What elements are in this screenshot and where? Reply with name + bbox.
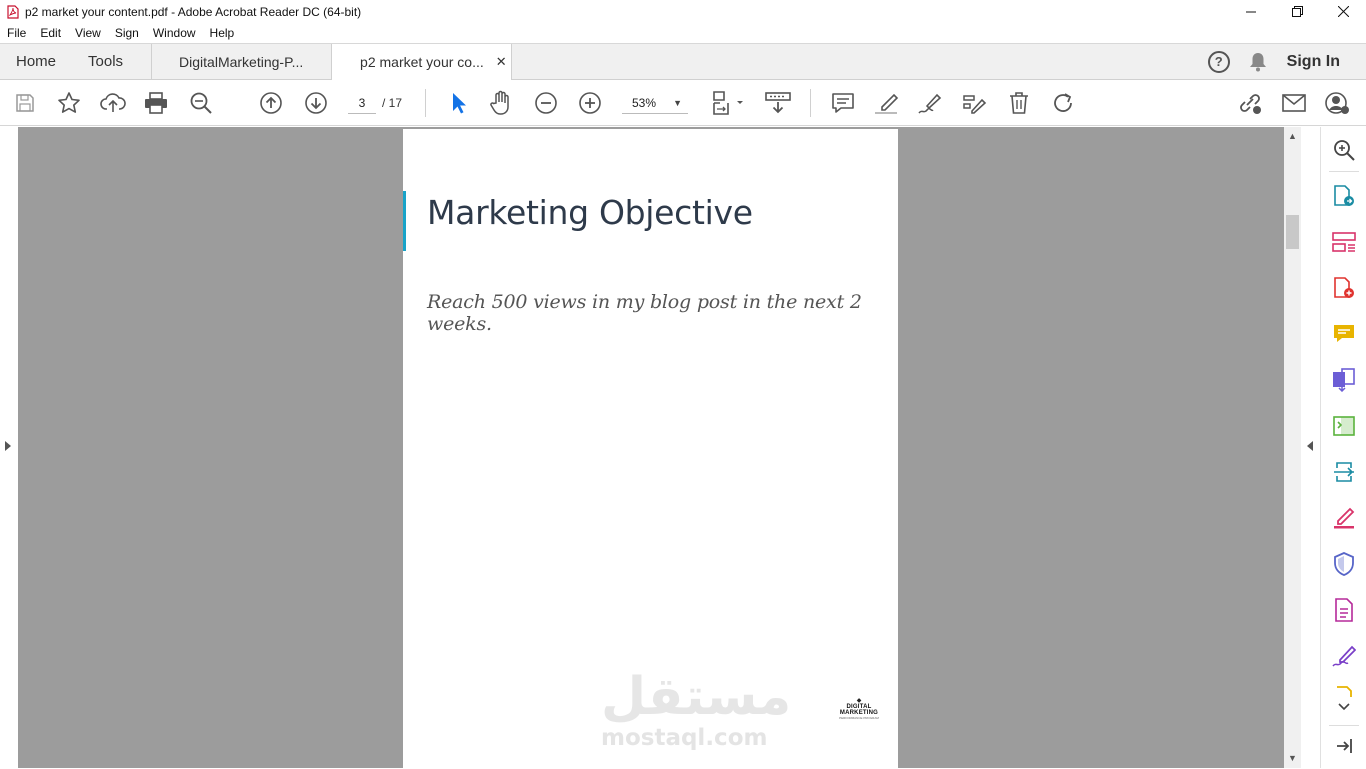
pdf-page: Marketing Objective Reach 500 views in m… [403,129,898,769]
collapse-right-icon [1307,441,1313,451]
more-tools-icon[interactable] [1331,597,1357,623]
tab-bar: Home Tools DigitalMarketing-P... p2 mark… [0,43,1366,80]
highlight-icon[interactable] [873,90,899,116]
zoom-out-icon[interactable] [533,90,559,116]
notification-bell-icon[interactable] [1249,52,1267,72]
page-body-text: Reach 500 views in my blog post in the n… [427,291,862,335]
digital-marketing-logo: ◆ DIGITAL MARKETING PERFORMANCE PROGRAM [831,697,887,720]
doc-tab-label: DigitalMarketing-P... [179,53,304,70]
acrobat-app-icon [5,4,21,20]
organize-pages-icon[interactable] [1331,229,1357,255]
doc-tab-digital-marketing[interactable]: DigitalMarketing-P... [151,44,331,79]
scroll-up-icon[interactable]: ▲ [1288,131,1297,141]
delete-icon[interactable] [1006,90,1032,116]
hand-icon[interactable] [488,90,514,116]
rotate-icon[interactable] [1050,90,1076,116]
logo-text: DIGITAL MARKETING [839,704,879,716]
bookmark-star-icon[interactable] [56,90,82,116]
menu-view[interactable]: View [68,23,108,43]
tab-home[interactable]: Home [0,44,72,79]
tab-tools[interactable]: Tools [72,44,151,79]
find-zoom-icon[interactable] [188,90,214,116]
expand-left-icon [5,441,11,451]
menu-edit[interactable]: Edit [33,23,68,43]
collapse-pane-icon[interactable] [1331,733,1357,759]
close-window-button[interactable] [1320,0,1366,23]
doc-tab-label: p2 market your co... [360,54,484,70]
toolbar: 3 / 17 53% ▼ [0,80,1366,126]
scroll-down-icon[interactable]: ▼ [1288,753,1297,763]
print-icon[interactable] [143,90,169,116]
search-zoom-icon[interactable] [1331,137,1357,163]
logo-mark-icon: ◆ [856,698,862,704]
document-area: Marketing Objective Reach 500 views in m… [0,127,1284,769]
left-pane-toggle[interactable] [0,127,18,768]
partial-tool-icon[interactable] [1331,685,1357,697]
zoom-value: 53% [632,96,657,110]
expand-more-icon[interactable] [1331,697,1357,717]
logo-subtext: PERFORMANCE PROGRAM [839,716,879,720]
maximize-button[interactable] [1274,0,1320,23]
watermark-url: mostaql.com [601,725,768,751]
export-pdf-icon[interactable] [1331,183,1357,209]
fill-sign-icon[interactable] [961,90,987,116]
comment-tool-icon[interactable] [1331,321,1357,347]
page-number-input[interactable]: 3 [348,92,376,114]
chevron-down-icon: ▼ [673,98,682,108]
share-user-icon[interactable] [1325,90,1351,116]
menu-window[interactable]: Window [146,23,203,43]
menu-sign[interactable]: Sign [108,23,146,43]
scroll-mode-icon[interactable] [764,90,792,116]
comment-icon[interactable] [830,90,856,116]
next-page-icon[interactable] [303,90,329,116]
menu-bar: File Edit View Sign Window Help [0,23,1366,43]
tools-pane [1320,127,1366,768]
watermark-arabic: مستقل [601,667,792,727]
page-fit-icon[interactable] [708,90,748,116]
combine-files-icon[interactable] [1331,367,1357,393]
menu-file[interactable]: File [0,23,33,43]
zoom-level-select[interactable]: 53% ▼ [622,92,688,114]
document-canvas[interactable]: Marketing Objective Reach 500 views in m… [18,127,1284,769]
window-title: p2 market your content.pdf - Adobe Acrob… [25,4,362,19]
fill-sign-tool-icon[interactable] [1331,505,1357,531]
protect-icon[interactable] [1331,551,1357,577]
close-tab-icon[interactable]: ✕ [496,54,507,70]
save-icon[interactable] [12,90,38,116]
zoom-in-icon[interactable] [577,90,603,116]
prev-page-icon[interactable] [258,90,284,116]
select-cursor-icon[interactable] [445,90,471,116]
create-pdf-icon[interactable] [1331,275,1357,301]
help-icon[interactable]: ? [1207,50,1230,73]
request-signature-icon[interactable] [1331,643,1357,669]
send-review-icon[interactable] [1331,459,1357,485]
draw-icon[interactable] [917,90,943,116]
title-bar: p2 market your content.pdf - Adobe Acrob… [0,0,1366,23]
doc-tab-p2-market[interactable]: p2 market your co... ✕ [331,44,513,80]
email-icon[interactable] [1281,90,1307,116]
menu-help[interactable]: Help [203,23,242,43]
upload-cloud-icon[interactable] [100,90,126,116]
edit-pdf-icon[interactable] [1331,413,1357,439]
scrollbar-thumb[interactable] [1286,215,1299,249]
right-pane-toggle[interactable] [1301,127,1320,768]
page-heading: Marketing Objective [427,193,753,232]
minimize-button[interactable] [1228,0,1274,23]
page-total: / 17 [382,96,403,110]
sign-in-button[interactable]: Sign In [1287,53,1340,71]
share-link-icon[interactable] [1237,90,1263,116]
vertical-scrollbar[interactable]: ▲ ▼ [1284,127,1301,768]
heading-accent-bar [403,191,406,251]
